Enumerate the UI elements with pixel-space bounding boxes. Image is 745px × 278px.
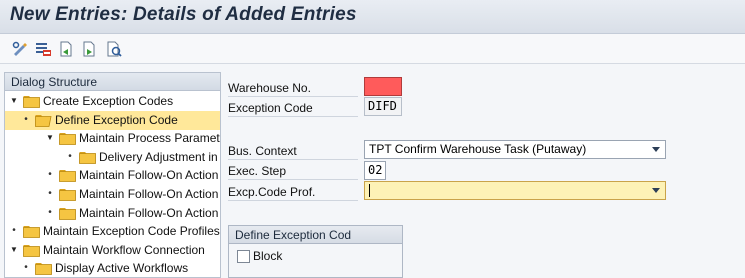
tree-item[interactable]: • Define Exception Code: [5, 110, 220, 130]
bus-context-label: Bus. Context: [228, 142, 358, 160]
folder-icon: [59, 133, 76, 146]
excp-profile-dropdown[interactable]: [364, 181, 666, 200]
tree-item-label: Delivery Adjustment in: [99, 149, 218, 164]
variable-list-icon[interactable]: [104, 39, 124, 59]
tree-item-label: Maintain Workflow Connection: [43, 242, 205, 257]
folder-icon: [59, 207, 76, 220]
block-label: Block: [253, 249, 283, 263]
exec-step-label: Exec. Step: [228, 162, 358, 180]
bus-context-dropdown[interactable]: TPT Confirm Warehouse Task (Putaway): [364, 140, 666, 159]
exec-step-field[interactable]: 02: [364, 161, 386, 180]
tree-item[interactable]: • Maintain Follow-On Action: [5, 166, 220, 185]
chevron-down-icon[interactable]: [652, 147, 660, 152]
tree-item[interactable]: • Delivery Adjustment in: [5, 148, 220, 167]
tree-bullet-icon: •: [48, 206, 52, 218]
warehouse-number-field[interactable]: [364, 77, 402, 96]
tree-item-label: Define Exception Code: [55, 112, 178, 127]
folder-icon: [23, 96, 40, 108]
display-change-icon[interactable]: [10, 39, 30, 59]
tree-item-label: Display Active Workflows: [55, 261, 189, 276]
previous-entry-icon[interactable]: [56, 39, 76, 59]
tree-bullet-icon: •: [68, 150, 72, 162]
title-bar: New Entries: Details of Added Entries: [0, 0, 745, 34]
folder-icon: [35, 263, 52, 276]
tree-item-label: Maintain Process Paramet: [79, 131, 220, 146]
tree-item-label: Create Exception Codes: [43, 94, 174, 108]
tree-item[interactable]: ▼ Maintain Workflow Connection: [5, 241, 220, 260]
application-toolbar: [0, 34, 745, 64]
next-entry-icon[interactable]: [79, 39, 99, 59]
open-folder-icon: [35, 114, 52, 127]
tree-bullet-icon: •: [12, 225, 16, 237]
tree-item[interactable]: ▼ Create Exception Codes: [5, 92, 220, 111]
folder-icon: [59, 170, 76, 183]
exception-code-field[interactable]: DIFD: [364, 97, 402, 116]
tree-item[interactable]: ▼ Maintain Process Paramet: [5, 129, 220, 148]
tree-item-label: Maintain Follow-On Action: [79, 187, 219, 201]
delete-entry-icon[interactable]: [33, 39, 53, 59]
expand-toggle-icon[interactable]: ▼: [45, 131, 55, 145]
tree-item-label: Maintain Follow-On Action: [79, 168, 219, 183]
tree-item-label: Maintain Exception Code Profiles: [43, 224, 220, 239]
exception-code-label: Exception Code: [228, 99, 358, 117]
text-cursor: [369, 184, 370, 197]
tree-item[interactable]: • Display Active Workflows: [5, 259, 220, 277]
tree-item[interactable]: • Maintain Follow-On Action: [5, 185, 220, 204]
tree-bullet-icon: •: [48, 169, 52, 181]
bus-context-value: TPT Confirm Warehouse Task (Putaway): [369, 142, 587, 156]
warehouse-label: Warehouse No.: [228, 79, 358, 97]
excp-profile-label: Excp.Code Prof.: [228, 183, 358, 201]
tree-item-label: Maintain Follow-On Action: [79, 205, 219, 220]
folder-icon: [23, 244, 40, 257]
define-exception-code-group: Define Exception Cod Block: [228, 225, 403, 278]
dialog-structure-tree: Dialog Structure ▼ Create Exception Codes…: [4, 72, 221, 278]
chevron-down-icon[interactable]: [652, 188, 660, 193]
tree-item[interactable]: • Maintain Follow-On Action: [5, 204, 220, 223]
tree-bullet-icon: •: [48, 188, 52, 199]
block-checkbox[interactable]: [237, 250, 250, 263]
expand-toggle-icon[interactable]: ▼: [9, 243, 19, 257]
folder-icon: [59, 189, 76, 201]
tree-bullet-icon: •: [24, 113, 28, 125]
window-title: New Entries: Details of Added Entries: [10, 4, 357, 25]
folder-icon: [79, 151, 96, 164]
group-title: Define Exception Cod: [229, 226, 402, 244]
expand-toggle-icon[interactable]: ▼: [9, 94, 19, 108]
tree-item[interactable]: • Maintain Exception Code Profiles: [5, 222, 220, 241]
tree-bullet-icon: •: [24, 262, 28, 274]
tree-header: Dialog Structure: [5, 73, 220, 91]
folder-icon: [23, 226, 40, 239]
